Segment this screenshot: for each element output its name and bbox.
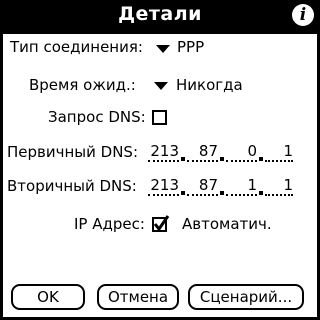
ip-separator-dot: [220, 191, 224, 195]
secondary-dns-octet-3[interactable]: 1: [226, 176, 257, 196]
ip-address-checkbox[interactable]: [152, 215, 170, 233]
ip-separator-dot: [181, 157, 185, 161]
ip-separator-dot: [259, 191, 263, 195]
idle-timeout-label: Время ожид.:: [29, 76, 136, 94]
primary-dns-label: Первичный DNS:: [7, 143, 138, 161]
connection-type-label: Тип соединения:: [10, 38, 143, 56]
secondary-dns-octet-4[interactable]: 1: [265, 176, 293, 196]
secondary-dns-label: Вторичный DNS:: [7, 177, 137, 195]
idle-timeout-dropdown-icon[interactable]: [154, 82, 168, 90]
info-icon[interactable]: i: [292, 4, 314, 26]
ip-separator-dot: [181, 191, 185, 195]
ip-separator-dot: [259, 157, 263, 161]
script-button[interactable]: Сценарий...: [188, 284, 304, 310]
connection-type-value[interactable]: PPP: [177, 38, 204, 56]
title-bar: Детали i: [0, 0, 320, 34]
cancel-button[interactable]: Отмена: [97, 284, 179, 310]
primary-dns-octet-1[interactable]: 213: [148, 142, 179, 162]
ip-address-value: Автоматич.: [182, 215, 272, 233]
primary-dns-octet-3[interactable]: 0: [226, 142, 257, 162]
dns-query-label: Запрос DNS:: [48, 108, 146, 126]
ip-address-label: IP Адрес:: [74, 215, 145, 233]
details-dialog: Детали i Тип соединения: PPP Время ожид.…: [0, 0, 320, 320]
idle-timeout-value[interactable]: Никогда: [176, 76, 243, 94]
primary-dns-octet-2[interactable]: 87: [187, 142, 218, 162]
ok-button[interactable]: OK: [11, 284, 85, 310]
connection-type-dropdown-icon[interactable]: [156, 45, 170, 53]
primary-dns-octet-4[interactable]: 1: [265, 142, 293, 162]
secondary-dns-octet-2[interactable]: 87: [187, 176, 218, 196]
ip-separator-dot: [220, 157, 224, 161]
dialog-title: Детали: [118, 3, 202, 25]
secondary-dns-octet-1[interactable]: 213: [148, 176, 179, 196]
dns-query-checkbox[interactable]: [152, 110, 167, 125]
